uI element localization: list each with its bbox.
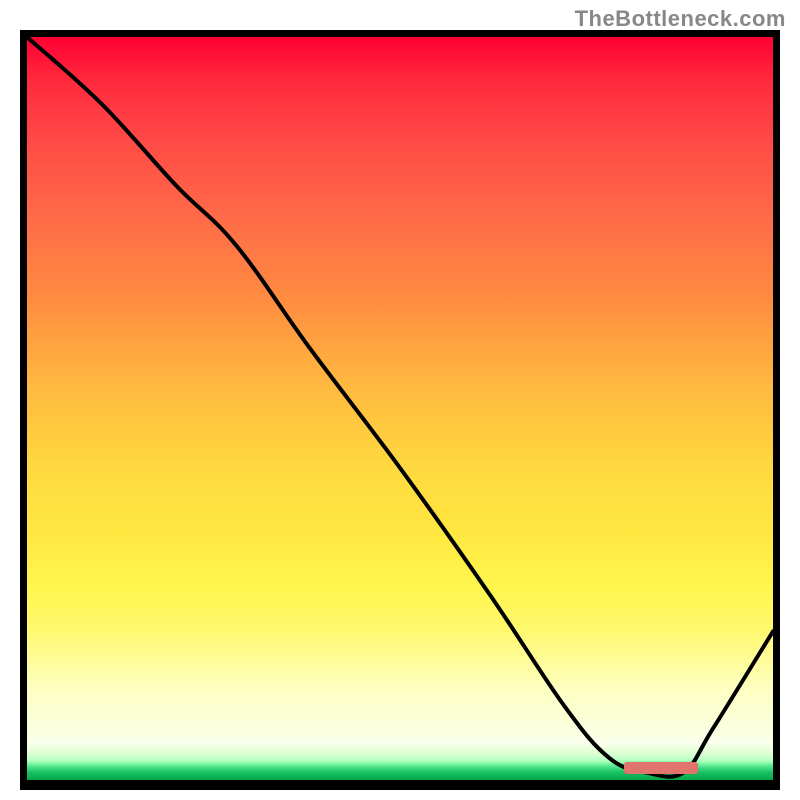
watermark-text: TheBottleneck.com [575, 6, 786, 32]
optimal-marker [624, 762, 699, 774]
bottleneck-curve-svg [27, 37, 773, 780]
bottleneck-curve [27, 37, 773, 777]
chart-container: TheBottleneck.com [0, 0, 800, 800]
bottleneck-gradient-plot [20, 30, 780, 790]
